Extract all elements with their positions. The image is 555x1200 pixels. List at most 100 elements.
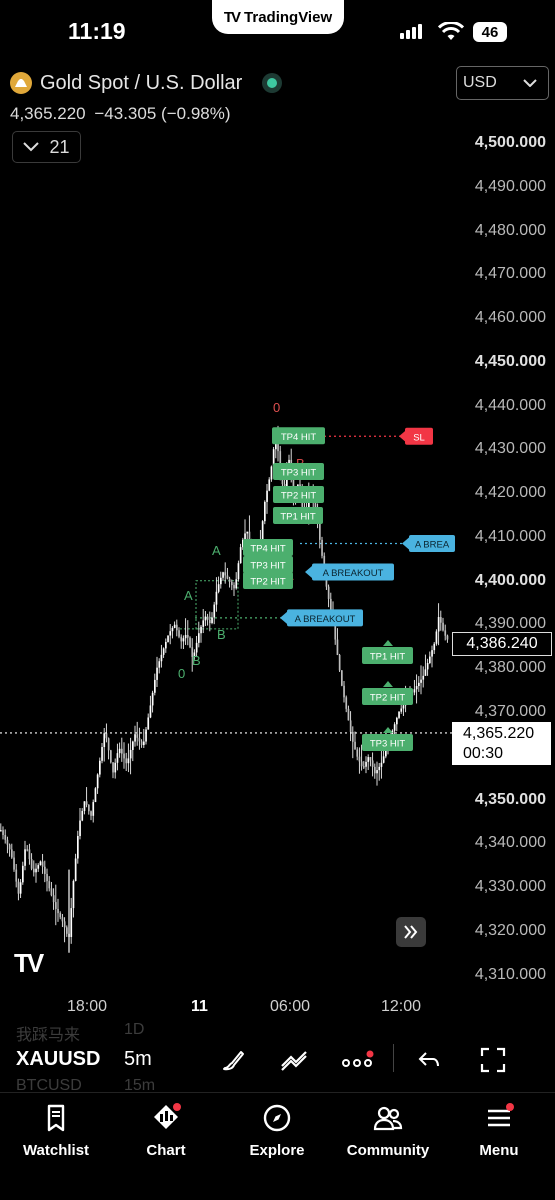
candle <box>165 638 167 653</box>
candle <box>127 743 130 773</box>
chevron-down-icon <box>523 79 537 87</box>
tp1-hit-label[interactable]: TP1 HIT <box>362 647 413 664</box>
label-pointer <box>305 565 312 578</box>
candle <box>429 651 431 665</box>
candle <box>402 704 405 716</box>
tp2-hit-label[interactable]: TP2 HIT <box>243 572 293 589</box>
current-price-label: 4,365.220 00:30 <box>452 722 551 765</box>
price-axis-label: 4,480.000 <box>474 221 546 239</box>
candle <box>156 656 158 688</box>
nav-chart[interactable]: Chart <box>111 1102 221 1159</box>
currency-select[interactable]: USD <box>456 66 549 100</box>
undo-button[interactable] <box>412 1043 446 1077</box>
tp4-hit-label-text: TP4 HIT <box>281 432 317 443</box>
label-pointer <box>383 681 393 687</box>
tp2-hit-label[interactable]: TP2 HIT <box>273 486 324 503</box>
tradingview-brand: TradingView <box>244 8 333 26</box>
brush-tool-button[interactable] <box>216 1043 250 1077</box>
tp4-hit-label[interactable]: TP4 HIT <box>243 539 293 556</box>
a-label: A <box>184 588 193 603</box>
tradingview-watermark-icon: TV <box>14 948 44 978</box>
candle <box>246 531 249 540</box>
candle <box>107 737 110 760</box>
symbol-selector[interactable]: XAUUSD <box>16 1048 100 1071</box>
candle <box>202 608 205 634</box>
candle <box>200 625 202 643</box>
candle <box>129 737 132 775</box>
candle <box>237 560 240 582</box>
candle <box>136 721 139 746</box>
symbol-title[interactable]: Gold Spot / U.S. Dollar <box>40 72 242 95</box>
candle <box>8 843 11 857</box>
candle <box>398 711 400 720</box>
candle <box>213 601 216 625</box>
fullscreen-button[interactable] <box>476 1043 510 1077</box>
menu-icon <box>488 1103 514 1127</box>
price-axis-label: 4,320.000 <box>474 921 546 939</box>
drawing-tools-button[interactable] <box>277 1043 311 1077</box>
candle <box>143 728 145 749</box>
interval-selector[interactable]: 5m <box>124 1048 152 1071</box>
candle <box>400 704 403 714</box>
current-price-value: 4,365.220 <box>463 725 535 742</box>
candle <box>180 634 183 649</box>
sl-label[interactable]: SL <box>405 427 433 445</box>
tp4-hit-label[interactable]: TP4 HIT <box>272 427 325 445</box>
nav-menu[interactable]: Menu <box>444 1102 554 1159</box>
breakout-label[interactable]: A BREAKOUT <box>312 563 394 581</box>
price-axis-label: 4,490.000 <box>474 177 546 195</box>
nav-community-label: Community <box>346 1142 430 1159</box>
candle <box>217 576 220 594</box>
candle <box>123 742 125 769</box>
candle <box>81 808 84 822</box>
nav-community[interactable]: Community <box>333 1102 443 1159</box>
candle <box>59 911 62 920</box>
candle <box>48 876 51 892</box>
people-icon <box>373 1106 403 1131</box>
price-axis-label: 4,340.000 <box>474 834 546 852</box>
nav-explore[interactable]: Explore <box>222 1102 332 1159</box>
price-axis-label: 4,500.000 <box>474 134 546 151</box>
candle <box>88 804 90 815</box>
candle <box>215 577 218 612</box>
breakout-label[interactable]: A BREAKOUT <box>287 609 363 627</box>
candle <box>173 621 176 629</box>
tradingview-logo-icon: TV <box>223 8 241 26</box>
candle <box>2 826 4 840</box>
candle <box>140 739 143 748</box>
time-label: 06:00 <box>270 998 311 1015</box>
candle <box>220 571 222 589</box>
candle <box>264 500 266 525</box>
breakout-label[interactable]: A BREA <box>409 534 455 552</box>
price-chart[interactable]: SL0BATP4 HITTP3 HITTP2 HITTP1 HITTP4 HIT… <box>0 120 555 1000</box>
candle <box>321 536 323 559</box>
candle <box>158 658 161 674</box>
candle <box>103 727 106 762</box>
candle <box>15 863 18 888</box>
tradingview-pill[interactable]: TV TradingView <box>212 0 344 34</box>
tp1-hit-label[interactable]: TP1 HIT <box>273 507 323 524</box>
candle <box>90 810 92 821</box>
scroll-to-latest-button[interactable] <box>396 917 426 947</box>
candle <box>96 773 99 794</box>
more-options-button[interactable] <box>340 1043 374 1077</box>
candle <box>114 758 117 779</box>
candle <box>28 843 31 865</box>
tp3-hit-label[interactable]: TP3 HIT <box>362 734 413 751</box>
candle <box>437 603 440 646</box>
candle <box>347 705 350 721</box>
price-axis-label: 4,400.000 <box>474 571 546 589</box>
candle <box>33 860 35 877</box>
nav-watchlist[interactable]: Watchlist <box>1 1102 111 1159</box>
candle <box>444 624 447 641</box>
candle <box>79 807 81 840</box>
currency-label: USD <box>463 74 497 91</box>
candle <box>132 740 134 762</box>
tp2-hit-label[interactable]: TP2 HIT <box>362 688 413 705</box>
tp3-hit-label[interactable]: TP3 HIT <box>243 556 293 573</box>
tp1-hit-label-text: TP1 HIT <box>280 512 316 523</box>
label-pointer <box>399 430 406 443</box>
candle <box>145 727 147 745</box>
tp3-hit-label[interactable]: TP3 HIT <box>273 463 324 480</box>
candle <box>345 695 348 713</box>
